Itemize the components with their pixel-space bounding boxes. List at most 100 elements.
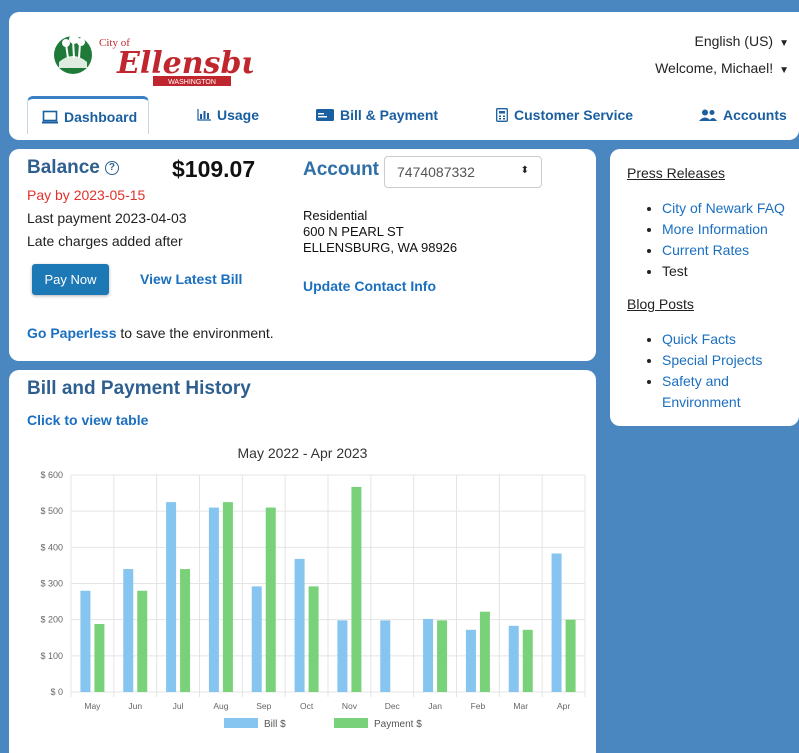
blog-link[interactable]: Quick Facts — [662, 331, 736, 347]
bar-bill — [123, 569, 134, 692]
bar-bill — [380, 620, 391, 692]
credit-card-icon — [316, 109, 334, 121]
x-tick-label: Sep — [256, 701, 271, 711]
y-tick-label: $ 100 — [40, 651, 63, 661]
bar-payment — [265, 507, 276, 692]
user-menu[interactable]: Welcome, Michael! ▼ — [655, 60, 789, 76]
bar-payment — [137, 590, 148, 692]
help-icon[interactable]: ? — [104, 161, 119, 175]
tab-label: Dashboard — [64, 108, 138, 125]
press-link[interactable]: City of Newark FAQ — [662, 200, 785, 216]
bar-payment — [222, 502, 233, 692]
press-text: Test — [662, 263, 688, 279]
update-contact-info-link[interactable]: Update Contact Info — [303, 278, 436, 294]
bar-payment — [437, 620, 448, 692]
welcome-label: Welcome, Michael! — [655, 60, 774, 76]
balance-heading: Balance? — [27, 157, 119, 179]
bar-payment — [351, 486, 362, 692]
paperless-text: to save the environment. — [116, 325, 274, 341]
bar-bill — [508, 625, 519, 692]
blog-link[interactable]: Special Projects — [662, 352, 762, 368]
late-charges: Late charges added after — [27, 233, 183, 249]
tab-label: Customer Service — [514, 107, 634, 123]
bar-bill — [208, 507, 219, 692]
svg-text:Ellensburg: Ellensburg — [116, 46, 253, 81]
go-paperless-link[interactable]: Go Paperless — [27, 325, 117, 341]
x-tick-label: Feb — [471, 701, 486, 711]
press-link[interactable]: Current Rates — [662, 242, 749, 258]
balance-title: Balance — [27, 157, 100, 178]
list-item: More Information — [662, 219, 785, 240]
bar-payment — [522, 629, 533, 692]
blog-posts-heading[interactable]: Blog Posts — [627, 296, 694, 312]
bar-bill — [80, 590, 91, 692]
bar-bill — [166, 502, 177, 692]
select-arrows-icon: ⬍ — [520, 165, 529, 176]
blog-link[interactable]: Safety and Environment — [662, 373, 741, 410]
tab-label: Usage — [217, 107, 260, 123]
pay-by-date: Pay by 2023-05-15 — [27, 187, 146, 203]
bill-payment-chart: $ 0 $ 100 $ 200 $ 300 $ 400 $ 500 $ 600 May Jun J… — [40, 470, 586, 730]
x-tick-label: Aug — [213, 701, 228, 711]
x-tick-label: Nov — [342, 701, 358, 711]
tab-customer-service[interactable]: Customer Service — [496, 96, 633, 134]
bar-payment — [479, 611, 490, 692]
tab-bill-payment[interactable]: Bill & Payment — [316, 96, 438, 134]
bar-bill — [294, 558, 305, 692]
tab-accounts[interactable]: Accounts — [699, 96, 787, 134]
monitor-icon — [42, 110, 58, 124]
bar-bill — [465, 629, 476, 692]
bar-payment — [180, 569, 191, 692]
tab-dashboard[interactable]: Dashboard — [27, 96, 149, 134]
legend-swatch — [224, 718, 258, 728]
list-item: Test — [662, 261, 785, 282]
x-tick-label: Oct — [300, 701, 314, 711]
balance-card: Balance? $109.07 Pay by 2023-05-15 Last … — [9, 149, 596, 361]
x-tick-label: Jan — [428, 701, 442, 711]
x-tick-label: Jul — [173, 701, 184, 711]
address-street: 600 N PEARL ST — [303, 224, 404, 239]
language-label: English (US) — [694, 33, 774, 49]
bar-payment — [565, 619, 576, 692]
legend-swatch — [334, 718, 368, 728]
bar-payment — [308, 586, 319, 692]
list-item: City of Newark FAQ — [662, 198, 785, 219]
balance-amount: $109.07 — [172, 156, 256, 182]
bar-payment — [94, 624, 105, 692]
press-releases-heading[interactable]: Press Releases — [627, 165, 725, 181]
y-tick-label: $ 400 — [40, 542, 63, 552]
bar-bill — [251, 586, 262, 692]
bar-bill — [551, 553, 562, 692]
list-item: Current Rates — [662, 240, 785, 261]
city-logo[interactable]: City of Ellensburg WASHINGTON — [53, 28, 300, 90]
y-tick-label: $ 600 — [40, 470, 63, 480]
list-item: Safety and Environment — [662, 371, 792, 413]
chevron-down-icon: ▼ — [779, 65, 789, 76]
list-item: Special Projects — [662, 350, 792, 371]
bar-chart-icon — [197, 109, 211, 121]
svg-text:WASHINGTON: WASHINGTON — [168, 79, 216, 86]
service-address: Residential 600 N PEARL ST ELLENSBURG, W… — [303, 208, 457, 256]
language-selector[interactable]: English (US) ▼ — [695, 33, 790, 49]
main-tabs: Dashboard Usage Bill & Payment Customer … — [27, 96, 799, 136]
y-tick-label: $ 0 — [50, 687, 63, 697]
tab-usage[interactable]: Usage — [197, 96, 259, 134]
legend-label: Bill $ — [264, 719, 286, 730]
history-card: Bill and Payment History Click to view t… — [9, 370, 596, 753]
sidebar-card: Press Releases City of Newark FAQ More I… — [610, 149, 799, 426]
list-item: Quick Facts — [662, 329, 792, 350]
pay-now-button[interactable]: Pay Now — [32, 264, 109, 295]
tab-label: Accounts — [723, 107, 787, 123]
account-select[interactable]: 7474087332 ⬍ — [384, 156, 542, 188]
bar-bill — [423, 618, 434, 692]
address-city: ELLENSBURG, WA 98926 — [303, 240, 458, 255]
press-link[interactable]: More Information — [662, 221, 768, 237]
account-number: 7474087332 — [397, 164, 475, 180]
paperless-note: Go Paperless to save the environment. — [27, 325, 274, 341]
account-type: Residential — [303, 208, 368, 223]
last-payment: Last payment 2023-04-03 — [27, 210, 187, 226]
y-tick-label: $ 200 — [40, 615, 63, 625]
users-icon — [699, 109, 717, 121]
tab-label: Bill & Payment — [340, 107, 439, 123]
view-latest-bill-link[interactable]: View Latest Bill — [140, 271, 242, 287]
